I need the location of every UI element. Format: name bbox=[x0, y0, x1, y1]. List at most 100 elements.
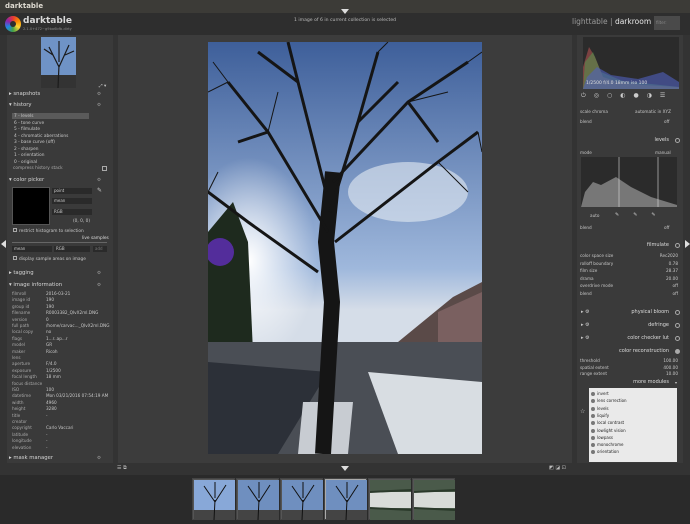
picker-space-select[interactable]: RGB bbox=[52, 209, 92, 215]
history-item[interactable]: 3 - base curve (off) bbox=[14, 140, 55, 145]
more-module-item[interactable]: invert bbox=[591, 391, 609, 396]
color-reconstruction-power-icon[interactable] bbox=[675, 349, 680, 354]
zoom-fit-icon[interactable]: ⤢ ▾ bbox=[99, 83, 106, 89]
filmstrip-thumb[interactable] bbox=[368, 478, 411, 520]
info-value: GR bbox=[46, 342, 53, 348]
bottom-toolbar-icons-right[interactable]: ◩ ◪ ⊡ bbox=[549, 465, 566, 471]
history-item[interactable]: 6 - tone curve bbox=[14, 121, 44, 126]
filmulate-param-value[interactable]: 20.00 bbox=[666, 276, 678, 281]
color-reconstruction-param-value[interactable]: 100.00 bbox=[663, 358, 678, 363]
mask-manager-preset-icon[interactable]: ⚙ bbox=[97, 454, 101, 463]
more-module-item[interactable]: lowlight vision bbox=[591, 428, 626, 433]
history-item[interactable]: 0 - original bbox=[14, 160, 37, 165]
more-module-item[interactable]: monochrome bbox=[591, 442, 623, 448]
snapshots-preset-icon[interactable]: ⚙ bbox=[97, 90, 101, 99]
history-item[interactable]: 4 - chromatic aberrations bbox=[14, 134, 68, 139]
restrict-histogram-checkbox[interactable]: restrict histogram to selection bbox=[13, 228, 84, 234]
module-header[interactable]: color checker lut bbox=[577, 334, 683, 343]
scale-chroma-value[interactable]: automatic in XYZ bbox=[635, 109, 671, 114]
info-value: Ricoh bbox=[46, 348, 58, 354]
more-module-item[interactable]: lens correction bbox=[591, 398, 627, 404]
image-information-header[interactable]: ▾ image information ⚙ bbox=[7, 281, 113, 290]
filmulate-param-value[interactable]: off bbox=[673, 283, 678, 288]
collapse-right-arrow-icon[interactable] bbox=[685, 240, 690, 248]
main-image[interactable] bbox=[208, 42, 482, 454]
levels-mode-value[interactable]: manual bbox=[655, 150, 671, 155]
module-header[interactable]: defringe bbox=[577, 321, 683, 330]
filmulate-param-value[interactable]: Rec2020 bbox=[660, 253, 678, 258]
picker-stat-select[interactable]: mean bbox=[52, 198, 92, 204]
more-modules-header[interactable]: more modules bbox=[577, 378, 683, 387]
more-module-item[interactable]: local contrast bbox=[591, 420, 624, 426]
history-item[interactable]: 5 - filmulate bbox=[14, 127, 40, 132]
more-module-item[interactable]: lowpass bbox=[591, 435, 613, 440]
history-item[interactable]: 1 - orientation bbox=[14, 153, 45, 158]
image-information-preset-icon[interactable]: ⚙ bbox=[97, 281, 101, 290]
add-sample-button[interactable]: add bbox=[93, 246, 107, 252]
module-power-icon[interactable] bbox=[675, 310, 680, 315]
filmulate-param-value[interactable]: 0.78 bbox=[669, 261, 678, 266]
collapse-bottom-arrow-icon[interactable] bbox=[341, 466, 349, 471]
filmstrip-thumb[interactable] bbox=[236, 478, 279, 520]
color-reconstruction-param-value[interactable]: 10.00 bbox=[666, 371, 678, 376]
live-samples-label: live samples bbox=[82, 236, 109, 241]
levels-pickers-icons[interactable]: ✎✎✎ bbox=[615, 212, 670, 218]
filmulate-module-header[interactable]: filmulate bbox=[577, 241, 683, 250]
filmulate-power-icon[interactable] bbox=[675, 243, 680, 248]
module-expand-icon[interactable]: ▸ ⚙ bbox=[581, 322, 590, 328]
levels-histogram[interactable] bbox=[581, 157, 677, 207]
history-create-style-icon[interactable] bbox=[102, 166, 107, 171]
picker-eyedropper-icon[interactable]: ✎ bbox=[97, 187, 102, 194]
navigation-thumbnail[interactable] bbox=[41, 37, 76, 88]
blend-value-top[interactable]: off bbox=[664, 119, 669, 124]
mask-manager-header[interactable]: ▸ mask manager ⚙ bbox=[7, 454, 113, 463]
module-power-icon[interactable] bbox=[675, 323, 680, 328]
filmstrip-thumb[interactable] bbox=[280, 478, 323, 520]
color-reconstruction-header[interactable]: color reconstruction bbox=[577, 347, 683, 356]
restrict-checkbox-box[interactable] bbox=[13, 228, 17, 232]
sample-stat-select[interactable]: mean bbox=[12, 246, 52, 252]
more-module-item[interactable]: orientation bbox=[591, 449, 619, 455]
collapse-top-arrow-icon[interactable] bbox=[341, 9, 349, 14]
compress-history-button[interactable]: compress history stack bbox=[13, 166, 63, 171]
module-group-tabs[interactable]: ⏻◎○◐●◑☰ bbox=[581, 92, 681, 100]
filmstrip-thumb[interactable] bbox=[192, 478, 235, 520]
view-darkroom[interactable]: darkroom bbox=[615, 17, 651, 26]
history-header[interactable]: ▾ history ⚙ bbox=[7, 101, 113, 110]
filmstrip-thumb[interactable] bbox=[412, 478, 455, 520]
sample-space-select[interactable]: RGB bbox=[54, 246, 90, 252]
snapshots-header[interactable]: ▸ snapshots ⚙ bbox=[7, 90, 113, 99]
view-switcher: lighttable | darkroom | bbox=[572, 17, 656, 26]
filmulate-param-value[interactable]: 28.37 bbox=[666, 268, 678, 273]
history-preset-icon[interactable]: ⚙ bbox=[97, 101, 101, 110]
view-lighttable[interactable]: lighttable bbox=[572, 17, 608, 26]
tagging-header[interactable]: ▸ tagging ⚙ bbox=[7, 269, 113, 278]
filmstrip-thumb[interactable] bbox=[324, 478, 367, 520]
levels-auto-button[interactable]: auto bbox=[590, 213, 599, 218]
collapse-left-arrow-icon[interactable] bbox=[1, 240, 6, 248]
display-sample-areas-checkbox[interactable]: display sample areas on image bbox=[13, 256, 86, 262]
bottom-toolbar-icons-left[interactable]: ☰ ⧉ bbox=[117, 465, 127, 471]
color-picker-preset-icon[interactable]: ⚙ bbox=[97, 176, 101, 185]
color-picker-header[interactable]: ▾ color picker ⚙ bbox=[7, 176, 113, 185]
more-modules-arrow-icon[interactable]: ▾ bbox=[675, 380, 677, 385]
module-header[interactable]: physical bloom bbox=[577, 308, 683, 317]
levels-module-header[interactable]: levels bbox=[577, 136, 683, 145]
picker-mode-select[interactable]: point bbox=[52, 188, 92, 194]
module-expand-icon[interactable]: ▸ ⚙ bbox=[581, 309, 590, 315]
module-power-icon[interactable] bbox=[675, 336, 680, 341]
history-item[interactable]: 7 - levels bbox=[14, 114, 33, 119]
history-item[interactable]: 2 - sharpen bbox=[14, 147, 38, 152]
tagging-preset-icon[interactable]: ⚙ bbox=[97, 269, 101, 278]
display-checkbox-box[interactable] bbox=[13, 256, 17, 260]
filmulate-param-value[interactable]: off bbox=[673, 291, 678, 296]
more-module-item[interactable]: liquify bbox=[591, 413, 609, 418]
color-reconstruction-param-value[interactable]: 400.00 bbox=[663, 365, 678, 370]
filter-box[interactable]: filter: bbox=[654, 16, 680, 30]
levels-blend-value[interactable]: off bbox=[664, 225, 669, 230]
left-panel: ⤢ ▾ ▸ snapshots ⚙ ▾ history ⚙ 7 - levels 6 … bbox=[7, 35, 113, 463]
module-expand-icon[interactable]: ▸ ⚙ bbox=[581, 335, 590, 341]
favourites-star-icon[interactable]: ☆ bbox=[580, 408, 585, 415]
more-module-item[interactable]: levels bbox=[591, 406, 609, 411]
levels-power-icon[interactable] bbox=[675, 138, 680, 143]
